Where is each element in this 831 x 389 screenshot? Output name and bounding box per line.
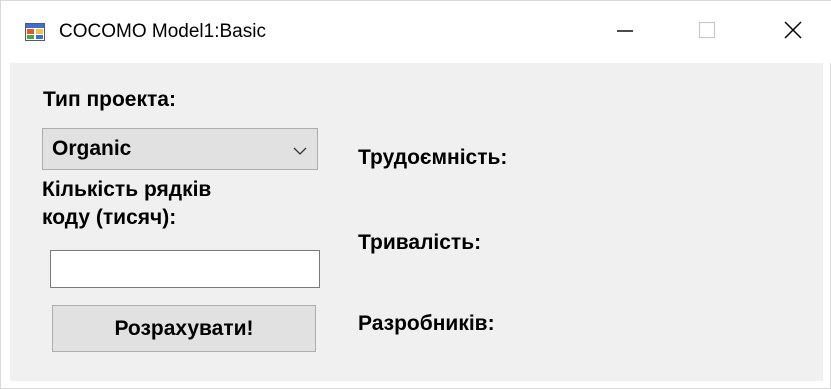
app-window: COCOMO Model1:Basic Тип проекта: Organic <box>0 0 831 389</box>
minimize-button[interactable] <box>593 1 657 63</box>
calculate-button[interactable]: Розрахувати! <box>52 305 316 352</box>
close-button[interactable] <box>761 1 825 63</box>
app-window-icon <box>25 23 45 41</box>
minimize-icon <box>616 21 634 44</box>
lines-of-code-label-line1: Кількість рядків <box>42 178 212 201</box>
close-icon <box>783 20 803 45</box>
lines-of-code-label-line2: коду (тисяч): <box>42 206 177 229</box>
lines-of-code-input[interactable] <box>50 250 320 288</box>
project-type-label: Тип проекта: <box>43 88 176 111</box>
form-client-area: Тип проекта: Organic Кількість рядків ко… <box>10 63 823 381</box>
project-type-value: Organic <box>52 137 132 160</box>
window-title: COCOMO Model1:Basic <box>59 21 266 42</box>
maximize-button[interactable] <box>675 1 739 63</box>
duration-label: Тривалість: <box>358 231 482 254</box>
effort-label: Трудоємність: <box>358 146 508 169</box>
title-bar[interactable]: COCOMO Model1:Basic <box>1 1 831 63</box>
project-type-combobox[interactable]: Organic <box>42 128 318 170</box>
developers-label: Разробників: <box>358 312 495 335</box>
chevron-down-icon[interactable] <box>293 143 307 155</box>
maximize-icon <box>698 21 716 44</box>
